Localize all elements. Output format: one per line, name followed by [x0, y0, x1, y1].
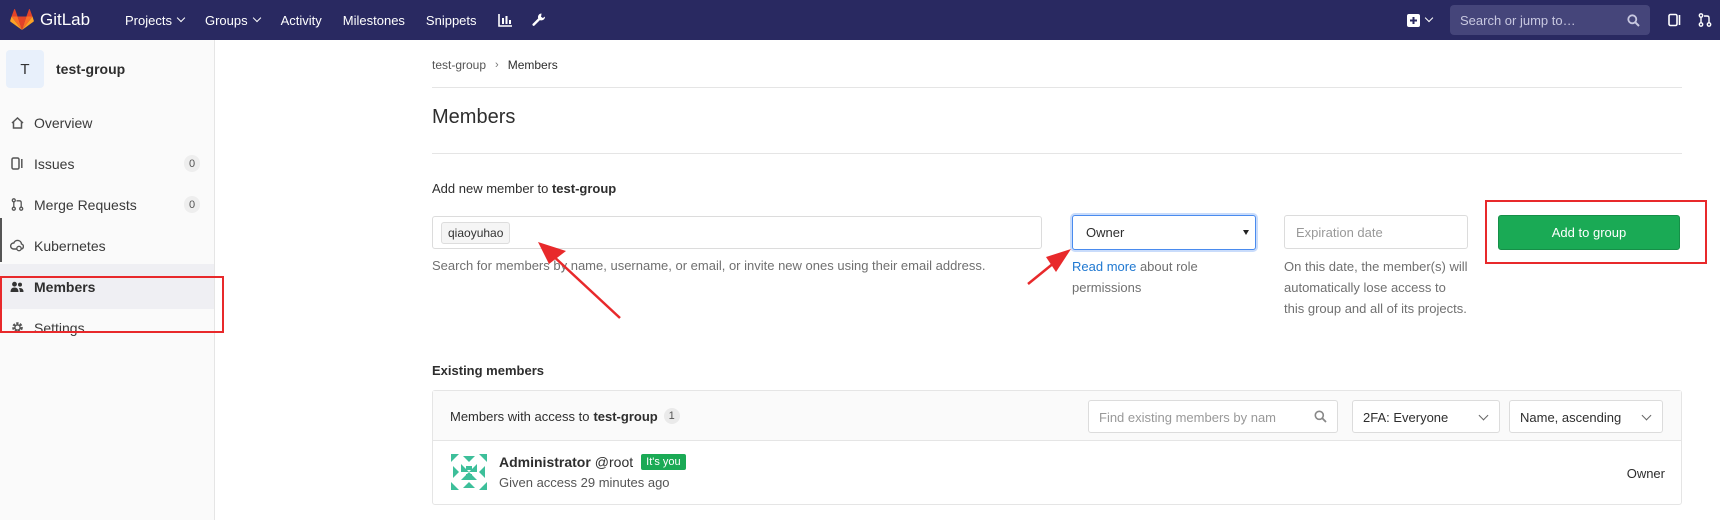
- group-name: test-group: [56, 61, 126, 77]
- search-icon: [1627, 13, 1640, 27]
- search-icon: [1314, 410, 1327, 423]
- cloud-gear-icon: [10, 239, 24, 253]
- add-member-group: test-group: [551, 181, 617, 196]
- issues-nav-icon[interactable]: [1668, 13, 1682, 27]
- member-role: Owner: [1626, 466, 1665, 481]
- expiration-help: On this date, the member(s) will automat…: [1284, 259, 1468, 316]
- sidebar-group-header[interactable]: T test-group: [0, 40, 214, 98]
- brand-name: GitLab: [40, 10, 91, 29]
- nav-groups-label: Groups: [204, 12, 248, 28]
- read-more-link[interactable]: Read more: [1072, 259, 1136, 274]
- sidebar-item-label: Merge Requests: [34, 196, 137, 213]
- members-count-badge: 1: [663, 408, 680, 424]
- nav-activity[interactable]: Activity: [281, 13, 322, 28]
- nav-projects[interactable]: Projects: [125, 12, 186, 28]
- chevron-down-icon: [176, 13, 186, 23]
- wrench-icon[interactable]: [531, 13, 546, 27]
- sidebar-item-merge-requests[interactable]: Merge Requests 0: [0, 182, 214, 227]
- member-search-helper: Search for members by name, username, or…: [432, 258, 986, 273]
- breadcrumb: test-group › Members: [432, 58, 558, 72]
- members-panel: Members with access to test-group 1 Find…: [432, 390, 1682, 505]
- member-search-input[interactable]: qiaoyuhao: [432, 216, 1042, 249]
- member-access-time: Given access 29 minutes ago: [499, 475, 670, 490]
- divider: [432, 153, 1682, 154]
- existing-members-heading: Existing members: [432, 363, 544, 378]
- issues-count-badge: 0: [184, 155, 200, 172]
- chevron-down-icon: [1641, 410, 1652, 421]
- role-select[interactable]: Owner: [1072, 215, 1256, 250]
- sidebar-item-label: Overview: [34, 114, 93, 131]
- annotation-box-add-button: [1485, 200, 1707, 264]
- 2fa-filter-dropdown[interactable]: 2FA: Everyone: [1352, 400, 1500, 433]
- group-avatar: T: [6, 50, 44, 88]
- page-title: Members: [432, 106, 516, 128]
- home-icon: [10, 116, 24, 130]
- merge-requests-count-badge: 0: [184, 196, 200, 213]
- nav-snippets[interactable]: Snippets: [426, 13, 477, 28]
- chart-icon[interactable]: [497, 13, 512, 27]
- sidebar-item-overview[interactable]: Overview: [0, 100, 214, 145]
- sidebar-scroll-indicator: [0, 218, 2, 262]
- chevron-down-icon: [1478, 410, 1489, 421]
- its-you-badge: It's you: [641, 454, 686, 470]
- member-row: Administrator @root It's you Given acces…: [433, 442, 1681, 505]
- member-name-line: Administrator @root It's you: [499, 454, 686, 470]
- chevron-down-icon: [1424, 13, 1434, 23]
- chevron-down-icon: [252, 13, 261, 23]
- selected-user-token[interactable]: qiaoyuhao: [441, 222, 511, 244]
- search-input[interactable]: Search or jump to…: [1450, 5, 1650, 35]
- avatar[interactable]: [449, 452, 489, 492]
- sort-dropdown[interactable]: Name, ascending: [1509, 400, 1663, 433]
- select-arrow-icon: [1243, 230, 1249, 235]
- plus-square-icon: [1407, 13, 1420, 27]
- sidebar-item-label: Issues: [34, 155, 75, 172]
- members-header-group: test-group: [593, 408, 658, 424]
- add-member-label: Add new member to: [432, 181, 549, 196]
- divider: [432, 87, 1682, 88]
- sidebar-item-issues[interactable]: Issues 0: [0, 141, 214, 186]
- breadcrumb-current[interactable]: Members: [508, 58, 558, 72]
- chevron-right-icon: ›: [495, 59, 499, 71]
- new-dropdown-button[interactable]: [1407, 13, 1434, 27]
- nav-groups[interactable]: Groups: [204, 12, 261, 28]
- member-name[interactable]: Administrator: [499, 454, 591, 470]
- members-panel-header: Members with access to test-group 1 Find…: [433, 391, 1681, 441]
- annotation-box-members: [0, 276, 224, 333]
- search-placeholder: Search or jump to…: [1460, 12, 1576, 28]
- members-header-prefix: Members with access to: [450, 408, 590, 424]
- 2fa-filter-value: 2FA: Everyone: [1363, 410, 1449, 425]
- tanuki-icon: [10, 9, 34, 30]
- merge-request-nav-icon[interactable]: [1698, 13, 1712, 27]
- members-panel-title: Members with access to test-group 1: [450, 408, 680, 424]
- role-help: Read more about role permissions: [1072, 256, 1232, 298]
- page: GitLab Projects Groups Activity Mileston…: [0, 0, 1720, 520]
- sort-value: Name, ascending: [1520, 410, 1622, 425]
- issues-icon: [10, 157, 24, 171]
- sidebar-item-label: Kubernetes: [34, 237, 106, 254]
- gitlab-logo[interactable]: GitLab: [10, 9, 125, 31]
- member-username: @root: [594, 454, 634, 470]
- nav-projects-label: Projects: [125, 12, 172, 28]
- role-select-value: Owner: [1086, 225, 1125, 240]
- sidebar-item-kubernetes[interactable]: Kubernetes: [0, 223, 214, 268]
- find-members-placeholder: Find existing members by nam: [1099, 410, 1277, 425]
- expiration-date-input[interactable]: Expiration date: [1284, 215, 1468, 249]
- find-members-input[interactable]: Find existing members by nam: [1088, 400, 1338, 433]
- breadcrumb-group-link[interactable]: test-group: [432, 58, 486, 72]
- nav-milestones[interactable]: Milestones: [343, 13, 405, 28]
- main-content: test-group › Members Members Add new mem…: [432, 40, 1682, 520]
- top-navbar: GitLab Projects Groups Activity Mileston…: [0, 0, 1720, 40]
- merge-request-icon: [10, 198, 24, 212]
- add-member-heading: Add new member to test-group: [432, 181, 616, 196]
